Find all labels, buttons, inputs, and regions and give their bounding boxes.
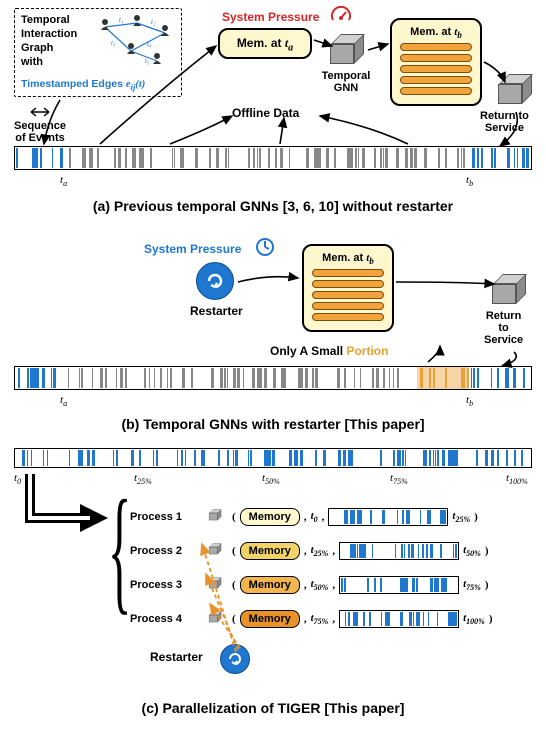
process-cube	[200, 500, 228, 535]
seq-line1: Sequence	[14, 120, 66, 132]
portion-label: Only A Small Portion	[270, 344, 388, 358]
return-cube-a	[498, 80, 526, 108]
tick-c-0: t0	[14, 472, 21, 486]
tick-ta-b: ta	[60, 394, 67, 408]
process-cube	[200, 534, 228, 569]
caption-c: (c) Parallelization of TIGER [This paper…	[0, 700, 546, 716]
process-row: Process 3(Memory,t50%,t75%)	[130, 568, 530, 602]
mini-graph: t₁ t₂ t₃ t₄ t₅	[93, 13, 181, 78]
tick-tb-b: tb	[466, 394, 473, 408]
process-cube	[200, 568, 228, 603]
seq-events-label: Sequenceof Events	[14, 104, 66, 144]
cube-icon	[498, 80, 526, 108]
memory-tag: Memory	[240, 508, 300, 526]
process-label: Process 1	[130, 511, 196, 523]
restarter-label-c: Restarter	[150, 650, 203, 664]
process-label: Process 3	[130, 579, 196, 591]
memory-tag: Memory	[240, 576, 300, 594]
process-cube	[200, 602, 228, 637]
system-pressure-text-a: System Pressure	[222, 10, 319, 24]
cube-icon	[330, 40, 358, 68]
seq-line2: of Events	[15, 132, 65, 144]
process-minibar	[328, 508, 448, 526]
restarter-circle-c	[220, 644, 250, 674]
mem-at-ta: Mem. at ta	[218, 28, 312, 59]
clock-icon	[254, 236, 276, 263]
svg-text:t₃: t₃	[111, 39, 116, 47]
process-minibar	[339, 576, 459, 594]
system-pressure-b: System Pressure	[144, 240, 241, 258]
svg-text:t₄: t₄	[147, 40, 152, 48]
svg-text:t₂: t₂	[151, 18, 156, 26]
process-tend: t50%	[463, 544, 481, 558]
process-label: Process 4	[130, 613, 196, 625]
legend-line1: Temporal	[21, 13, 93, 27]
process-row: Process 1(Memory,t0,t25%)	[130, 500, 530, 534]
mem-tb-text-b: Mem. at tb	[312, 252, 384, 266]
restarter-circle-b	[196, 262, 234, 300]
timeline-bar-a	[14, 146, 532, 170]
svg-text:t₅: t₅	[145, 57, 150, 65]
process-tend: t25%	[452, 510, 470, 524]
gauge-icon	[330, 4, 352, 29]
process-row: Process 2(Memory,t25%,t50%)	[130, 534, 530, 568]
process-tstart: t75%	[311, 612, 329, 626]
return-label-a: Return toService	[480, 110, 529, 134]
legend-line3: Graph	[21, 41, 93, 55]
tick-tb-a: tb	[466, 174, 473, 188]
return-cube-b	[492, 280, 520, 308]
mem-ta-text: Mem. at ta	[237, 36, 293, 50]
process-tend: t75%	[463, 578, 481, 592]
memory-tag: Memory	[240, 542, 300, 560]
tick-ta-a: ta	[60, 174, 67, 188]
process-row: Process 4(Memory,t75%,t100%)	[130, 602, 530, 636]
restarter-label-b: Restarter	[190, 304, 243, 318]
system-pressure-text-b: System Pressure	[144, 242, 241, 256]
tick-c-2: t50%	[262, 472, 280, 486]
process-tstart: t50%	[311, 578, 329, 592]
tick-c-4: t100%	[506, 472, 528, 486]
process-label: Process 2	[130, 545, 196, 557]
temporal-gnn-cube	[330, 40, 358, 68]
system-pressure-a: System Pressure	[222, 8, 319, 26]
offline-data-label: Offline Data	[232, 106, 299, 120]
process-rows: Process 1(Memory,t0,t25%)Process 2(Memor…	[130, 500, 530, 636]
tick-c-1: t25%	[134, 472, 152, 486]
svg-text:t₁: t₁	[119, 16, 123, 24]
graph-legend-box: Temporal Interaction Graph with t₁ t₂	[14, 8, 182, 97]
timeline-bar-b	[14, 366, 532, 390]
mem-at-tb-a: Mem. at tb	[390, 18, 482, 106]
process-tstart: t25%	[311, 544, 329, 558]
left-brace: {	[108, 480, 132, 620]
return-label-b: ReturntoService	[484, 310, 523, 346]
legend-line2: Interaction	[21, 27, 93, 41]
legend-blue-text: Timestamped Edges eij(t)	[21, 78, 175, 92]
process-tend: t100%	[463, 612, 485, 626]
temporal-gnn-label: TemporalGNN	[316, 70, 376, 94]
mem-tb-text-a: Mem. at tb	[400, 26, 472, 40]
caption-a: (a) Previous temporal GNNs [3, 6, 10] wi…	[0, 198, 546, 214]
memory-tag: Memory	[240, 610, 300, 628]
process-minibar	[339, 542, 459, 560]
mem-at-tb-b: Mem. at tb	[302, 244, 394, 332]
timeline-bar-c	[14, 448, 532, 468]
caption-b: (b) Temporal GNNs with restarter [This p…	[0, 416, 546, 432]
tick-c-3: t75%	[390, 472, 408, 486]
process-tstart: t0	[311, 510, 318, 524]
legend-line4: with	[21, 55, 93, 69]
process-minibar	[339, 610, 459, 628]
